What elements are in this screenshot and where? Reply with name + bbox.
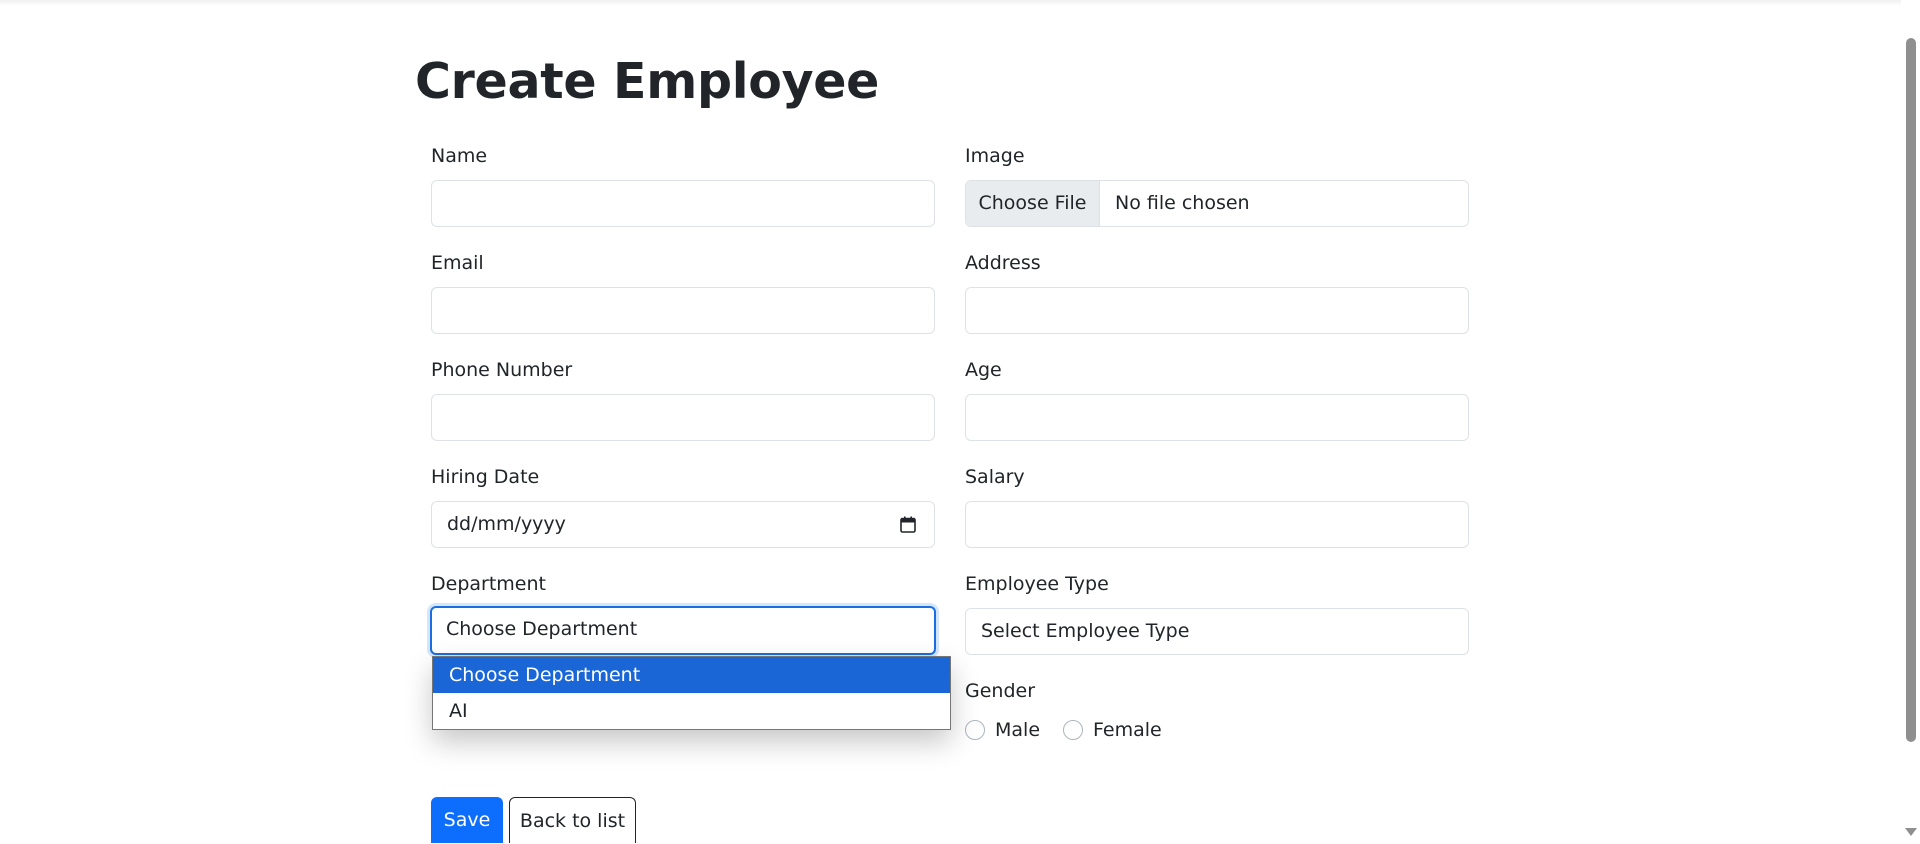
female-radio[interactable] [1063, 720, 1083, 740]
name-label: Name [431, 145, 488, 167]
age-input[interactable] [965, 394, 1469, 441]
salary-input[interactable] [965, 501, 1469, 548]
scrollbar-thumb[interactable] [1906, 38, 1916, 742]
department-label: Department [431, 573, 546, 595]
name-input[interactable] [431, 180, 935, 227]
phone-input[interactable] [431, 394, 935, 441]
male-radio-label: Male [995, 719, 1041, 741]
employee-type-select[interactable]: Select Employee Type [965, 608, 1469, 655]
choose-file-button[interactable]: Choose File [966, 181, 1100, 226]
address-input[interactable] [965, 287, 1469, 334]
salary-label: Salary [965, 466, 1025, 488]
department-option-ai[interactable]: AI [433, 693, 950, 729]
calendar-icon[interactable] [900, 516, 916, 533]
employee-type-label: Employee Type [965, 573, 1109, 595]
department-select[interactable]: Choose Department [430, 606, 936, 655]
male-radio[interactable] [965, 720, 985, 740]
hiring-date-placeholder: dd/mm/yyyy [447, 513, 566, 535]
phone-label: Phone Number [431, 359, 573, 381]
email-label: Email [431, 252, 484, 274]
vertical-scrollbar[interactable] [1901, 0, 1920, 843]
age-label: Age [965, 359, 1002, 381]
hiring-date-input[interactable]: dd/mm/yyyy [431, 501, 935, 548]
address-label: Address [965, 252, 1041, 274]
page-title: Create Employee [415, 53, 880, 110]
department-dropdown-list: Choose Department AI [432, 656, 951, 730]
file-status-text: No file chosen [1115, 192, 1250, 214]
gender-label: Gender [965, 680, 1036, 702]
create-employee-page: Create Employee Name Image Choose File N… [415, 0, 1475, 843]
scroll-down-arrow-icon[interactable] [1905, 828, 1917, 836]
female-radio-label: Female [1093, 719, 1162, 741]
hiring-date-label: Hiring Date [431, 466, 540, 488]
email-input[interactable] [431, 287, 935, 334]
image-file-input[interactable]: Choose File No file chosen [965, 180, 1469, 227]
department-option-choose[interactable]: Choose Department [433, 657, 950, 693]
save-button[interactable]: Save [431, 797, 503, 843]
image-label: Image [965, 145, 1025, 167]
back-to-list-button[interactable]: Back to list [509, 797, 636, 843]
